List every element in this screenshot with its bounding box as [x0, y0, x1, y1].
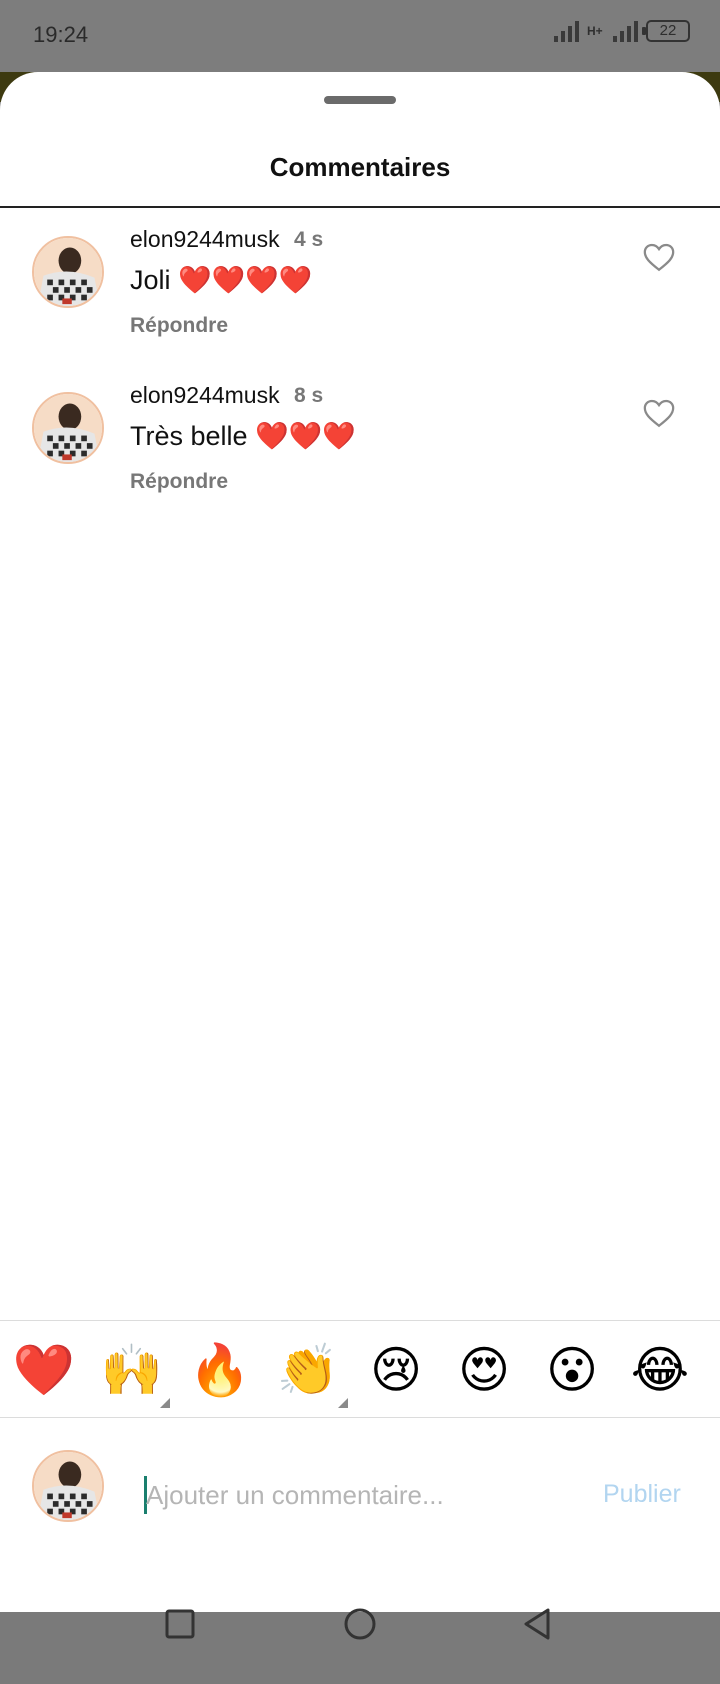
avatar[interactable]	[32, 392, 104, 464]
emoji-surprised-button[interactable]: 😮	[540, 1338, 604, 1402]
divider	[0, 206, 720, 208]
comment-composer: Publier	[0, 1418, 720, 1528]
publish-button[interactable]: Publier	[603, 1480, 681, 1509]
circle-home-icon[interactable]	[338, 1602, 382, 1646]
reply-button[interactable]: Répondre	[130, 470, 228, 494]
comment-time: 8 s	[294, 384, 324, 407]
comment-username[interactable]: elon9244musk	[130, 226, 280, 253]
comment-time: 4 s	[294, 228, 324, 251]
emoji-clap-button[interactable]: 👏	[276, 1338, 340, 1402]
comment-item: elon9244musk 8 s Très belle ❤️❤️❤️ Répon…	[0, 382, 720, 522]
skin-tone-indicator	[338, 1398, 348, 1408]
comment-item: elon9244musk 4 s Joli ❤️❤️❤️❤️ Répondre	[0, 226, 720, 366]
network-type: H+	[587, 23, 603, 38]
system-nav-bar	[0, 1572, 720, 1684]
status-time: 19:24	[33, 22, 89, 47]
signal-icon-2	[613, 20, 638, 42]
reply-button[interactable]: Répondre	[130, 314, 228, 338]
emoji-crying-button[interactable]: 😢	[364, 1338, 428, 1402]
sheet-title: Commentaires	[269, 152, 451, 182]
square-recents-icon[interactable]	[158, 1602, 202, 1646]
avatar[interactable]	[32, 236, 104, 308]
emoji-laughing-button[interactable]: 😂	[628, 1338, 692, 1402]
heart-outline-icon[interactable]	[642, 396, 676, 430]
comment-input[interactable]	[146, 1470, 566, 1520]
signal-icon	[554, 20, 579, 42]
triangle-back-icon[interactable]	[516, 1602, 560, 1646]
current-user-avatar	[32, 1450, 104, 1522]
status-icons: H+ 22	[554, 20, 690, 42]
heart-outline-icon[interactable]	[642, 240, 676, 274]
comments-sheet: Commentaires elon9244musk 4 s Joli ❤️❤️❤…	[0, 72, 720, 1640]
emoji-fire-button[interactable]: 🔥	[188, 1338, 252, 1402]
emoji-heart-eyes-button[interactable]: 😍	[452, 1338, 516, 1402]
skin-tone-indicator	[160, 1398, 170, 1408]
comment-text: Joli ❤️❤️❤️❤️	[130, 265, 313, 295]
emoji-heart-button[interactable]: ❤️	[12, 1338, 76, 1402]
battery-icon: 22	[642, 20, 690, 42]
comment-username[interactable]: elon9244musk	[130, 382, 280, 409]
emoji-quick-bar: ❤️ 🙌 🔥 👏 😢 😍 😮 😂	[0, 1322, 720, 1418]
sheet-drag-handle[interactable]	[324, 96, 396, 104]
emoji-raised-hands-button[interactable]: 🙌	[100, 1338, 164, 1402]
comment-text: Très belle ❤️❤️❤️	[130, 421, 356, 451]
divider	[0, 1320, 720, 1321]
status-bar: 19:24 H+ 22	[0, 0, 720, 72]
